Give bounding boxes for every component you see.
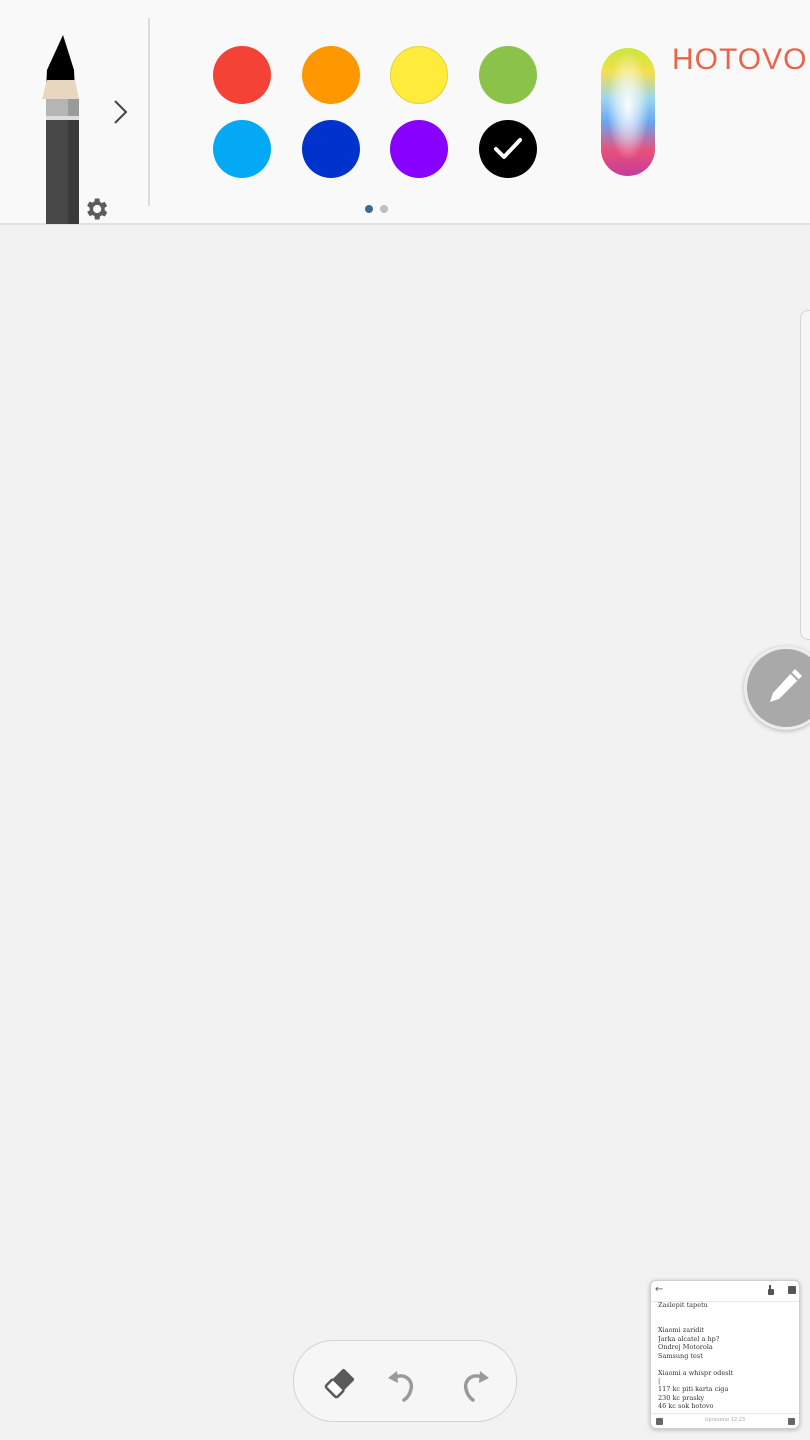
color-swatch-blue[interactable]	[302, 120, 360, 178]
note-line: Jarka alcatel a hp?	[658, 1334, 720, 1343]
color-swatch-green[interactable]	[479, 46, 537, 104]
color-swatch-orange[interactable]	[302, 46, 360, 104]
color-swatch-yellow[interactable]	[390, 46, 448, 104]
color-swatch-black[interactable]	[479, 120, 537, 178]
note-line: Samsung test	[658, 1351, 703, 1360]
color-swatch-red[interactable]	[213, 46, 271, 104]
palette-page-dot-2[interactable]	[380, 205, 388, 213]
back-arrow-icon: ←	[655, 1284, 664, 1295]
note-preview-header: ←	[651, 1281, 799, 1302]
eraser-icon[interactable]	[318, 1361, 362, 1405]
color-swatch-purple[interactable]	[390, 120, 448, 178]
note-line: 230 kc prasky	[658, 1393, 705, 1402]
checkmark-icon	[494, 138, 522, 159]
note-line	[658, 1309, 796, 1317]
note-line: 117 kc piti karta ciga	[658, 1385, 729, 1394]
note-line	[658, 1318, 796, 1326]
hand-icon	[768, 1285, 774, 1295]
gear-icon[interactable]	[82, 195, 110, 223]
note-preview-thumbnail[interactable]: ← Zaslepit tapetu Xiaomi zaridit Jarka a…	[650, 1280, 800, 1429]
redo-icon[interactable]	[450, 1361, 494, 1405]
note-line: |	[658, 1376, 661, 1385]
note-line: Ondrej Motorola	[658, 1343, 713, 1352]
done-button[interactable]: HOTOVO	[672, 40, 806, 80]
undo-icon[interactable]	[384, 1361, 428, 1405]
drawing-canvas[interactable]	[0, 225, 810, 1440]
toolbar-divider	[148, 18, 150, 206]
edit-actions-bar	[293, 1340, 517, 1422]
note-line: 46 kc sok hotovo	[658, 1402, 714, 1411]
custom-color-spectrum[interactable]	[601, 48, 655, 176]
note-preview-text: Zaslepit tapetu Xiaomi zaridit Jarka alc…	[658, 1301, 796, 1411]
side-panel-handle[interactable]	[800, 310, 810, 640]
palette-page-dot-1[interactable]	[365, 205, 373, 213]
pen-toolbar: HOTOVO	[0, 0, 810, 225]
note-line: Zaslepit tapetu	[658, 1301, 708, 1309]
note-preview-status: Upraveno 12:23	[704, 1417, 746, 1423]
color-swatch-light-blue[interactable]	[213, 120, 271, 178]
menu-icon	[788, 1418, 795, 1425]
chevron-right-icon[interactable]	[106, 94, 134, 130]
note-line: Xiaomi zaridit	[658, 1326, 705, 1335]
note-line: Xiaomi a whispr odeslt	[658, 1368, 734, 1377]
note-line	[658, 1360, 796, 1368]
note-preview-footer: Upraveno 12:23	[651, 1413, 799, 1428]
save-icon	[788, 1286, 796, 1294]
pen-icon	[770, 669, 802, 702]
pen-preview-icon	[42, 35, 79, 224]
pen-preview-area[interactable]	[0, 0, 148, 224]
